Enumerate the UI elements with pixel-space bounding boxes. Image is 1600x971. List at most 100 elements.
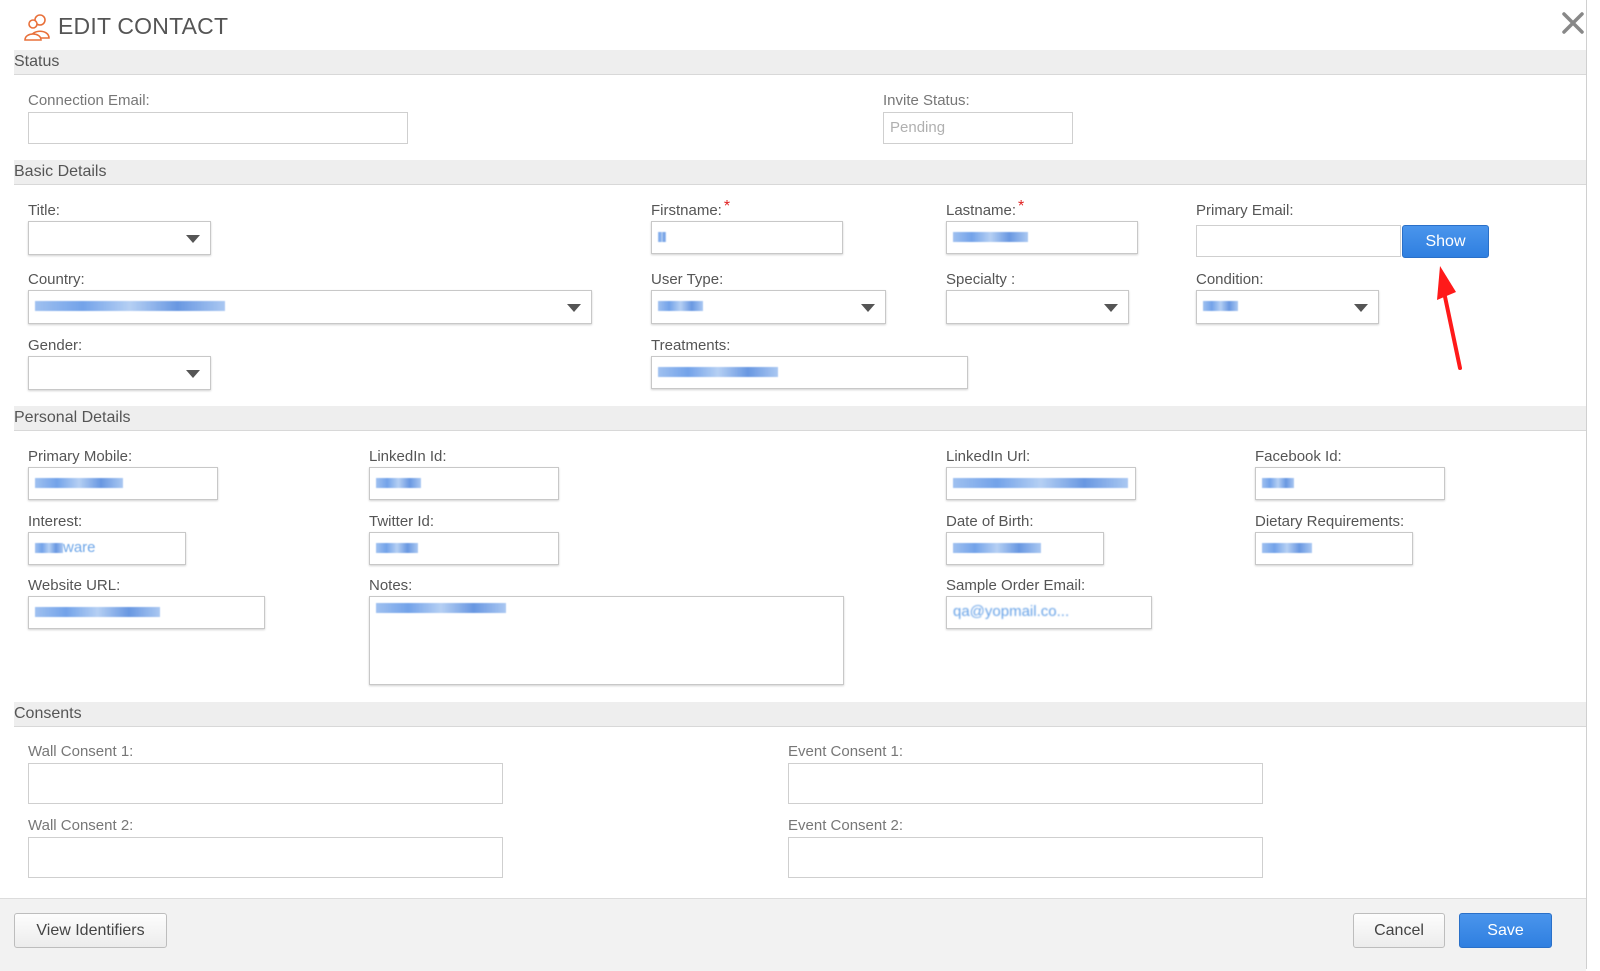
event-consent-1-label: Event Consent 1: (788, 743, 904, 760)
required-mark: * (723, 198, 731, 215)
linkedin-url-label: LinkedIn Url: (946, 448, 1031, 465)
website-url-field[interactable] (28, 596, 265, 629)
redacted-value (658, 301, 703, 312)
section-header-consents: Consents (14, 702, 1586, 727)
wall-consent-2-label: Wall Consent 2: (28, 817, 134, 834)
facebook-id-label: Facebook Id: (1255, 448, 1342, 465)
required-mark: * (1018, 198, 1025, 215)
redacted-value (35, 301, 225, 312)
country-select[interactable] (28, 290, 592, 324)
caret-down-icon (1104, 304, 1118, 312)
facebook-id-field[interactable] (1255, 467, 1445, 500)
caret-down-icon (567, 304, 581, 312)
lastname-label-text: Lastname: (946, 202, 1017, 219)
dietary-requirements-label: Dietary Requirements: (1255, 513, 1405, 530)
caret-down-icon (1354, 304, 1368, 312)
lastname-field[interactable] (946, 221, 1138, 254)
invite-status-label: Invite Status: (883, 92, 970, 109)
interest-visible-value: ware (63, 539, 96, 556)
specialty-label: Specialty : (946, 271, 1016, 288)
redacted-value (953, 232, 1028, 243)
redacted-value (376, 478, 421, 489)
interest-label: Interest: (28, 513, 83, 530)
invite-status-value: Pending (890, 119, 946, 136)
section-header-status: Status (14, 50, 1586, 75)
linkedin-id-field[interactable] (369, 467, 559, 500)
user-type-label: User Type: (651, 271, 724, 288)
redacted-value (376, 543, 418, 554)
section-header-basic-details: Basic Details (14, 160, 1586, 185)
linkedin-id-label: LinkedIn Id: (369, 448, 447, 465)
lastname-label: Lastname: * (946, 198, 1024, 220)
caret-down-icon (186, 370, 200, 378)
section-title: Personal Details (14, 409, 131, 426)
event-consent-1-field[interactable] (788, 763, 1263, 804)
redacted-value (953, 543, 1041, 554)
treatments-field[interactable] (651, 356, 968, 389)
specialty-select[interactable] (946, 290, 1129, 324)
section-title: Consents (14, 705, 82, 722)
invite-status-field: Pending (883, 112, 1073, 144)
close-icon[interactable] (1560, 10, 1586, 36)
title-label: Title: (28, 202, 60, 219)
redacted-value (658, 367, 778, 378)
connection-email-field[interactable] (28, 112, 408, 144)
date-of-birth-field[interactable] (946, 532, 1104, 565)
twitter-id-field[interactable] (369, 532, 559, 565)
save-button[interactable]: Save (1459, 913, 1552, 948)
linkedin-url-field[interactable] (946, 467, 1136, 500)
section-title: Basic Details (14, 163, 107, 180)
sample-order-email-label: Sample Order Email: (946, 577, 1086, 594)
sample-order-email-visible-value: qa@yopmail.co... (953, 603, 1070, 620)
primary-email-label: Primary Email: (1196, 202, 1294, 219)
caret-down-icon (861, 304, 875, 312)
redacted-value (1262, 543, 1312, 554)
show-email-button[interactable]: Show (1402, 225, 1489, 258)
dialog-footer: View Identifiers Cancel Save (0, 898, 1586, 971)
wall-consent-1-label: Wall Consent 1: (28, 743, 134, 760)
interest-field[interactable]: ware (28, 532, 186, 565)
condition-label: Condition: (1196, 271, 1264, 288)
redacted-value (658, 232, 666, 243)
redacted-value (1203, 301, 1238, 312)
event-consent-2-label: Event Consent 2: (788, 817, 904, 834)
firstname-label-text: Firstname: (651, 202, 722, 219)
connection-email-label: Connection Email: (28, 92, 150, 109)
dialog-title-bar: EDIT CONTACT (0, 0, 1586, 50)
cancel-button[interactable]: Cancel (1353, 913, 1445, 948)
gender-label: Gender: (28, 337, 83, 354)
wall-consent-2-field[interactable] (28, 837, 503, 878)
primary-email-field[interactable] (1196, 225, 1401, 257)
website-url-label: Website URL: (28, 577, 121, 594)
date-of-birth-label: Date of Birth: (946, 513, 1034, 530)
annotation-arrow-icon (1437, 266, 1462, 370)
redacted-value (35, 543, 63, 554)
primary-mobile-label: Primary Mobile: (28, 448, 133, 465)
primary-mobile-field[interactable] (28, 467, 218, 500)
view-identifiers-button[interactable]: View Identifiers (14, 913, 167, 948)
firstname-label: Firstname: * (651, 198, 730, 220)
notes-label: Notes: (369, 577, 413, 594)
gender-select[interactable] (28, 356, 211, 390)
redacted-value (376, 603, 506, 614)
condition-select[interactable] (1196, 290, 1379, 324)
title-select[interactable] (28, 221, 211, 255)
section-header-personal-details: Personal Details (14, 406, 1586, 431)
dietary-requirements-field[interactable] (1255, 532, 1413, 565)
twitter-id-label: Twitter Id: (369, 513, 435, 530)
treatments-label: Treatments: (651, 337, 731, 354)
redacted-value (35, 478, 123, 489)
redacted-value (1262, 478, 1294, 489)
dialog-title: EDIT CONTACT (58, 13, 229, 39)
firstname-field[interactable] (651, 221, 843, 254)
country-label: Country: (28, 271, 85, 288)
edit-contact-dialog: EDIT CONTACT Status Connection Email: In… (0, 0, 1587, 971)
event-consent-2-field[interactable] (788, 837, 1263, 878)
user-type-select[interactable] (651, 290, 886, 324)
wall-consent-1-field[interactable] (28, 763, 503, 804)
notes-textarea[interactable] (369, 596, 844, 685)
contacts-icon (24, 14, 50, 41)
section-title: Status (14, 53, 60, 70)
sample-order-email-field[interactable]: qa@yopmail.co... (946, 596, 1152, 629)
redacted-value (953, 478, 1128, 489)
